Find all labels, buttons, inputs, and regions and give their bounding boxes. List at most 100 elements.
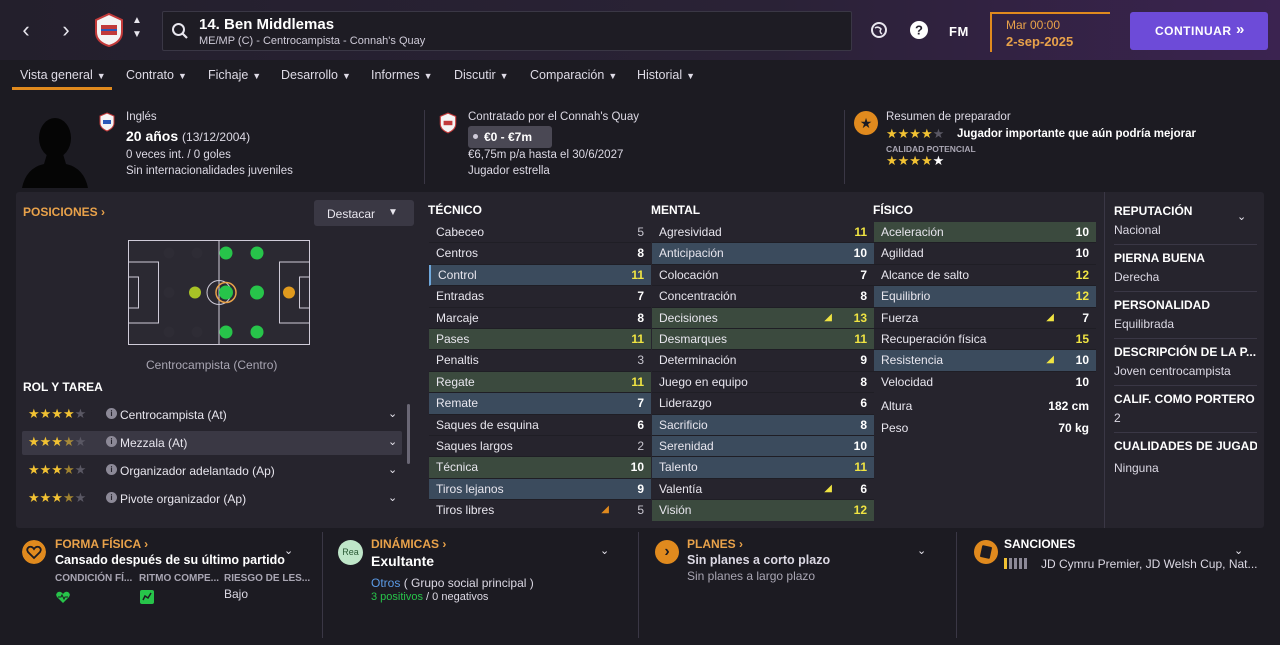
attribute-row[interactable]: Pases 11 [429, 328, 651, 351]
attribute-row[interactable]: Recuperación física 15 [874, 329, 1096, 351]
attribute-row[interactable]: Penaltis 3 [429, 350, 651, 372]
attribute-row[interactable]: Concentración 8 [652, 286, 874, 308]
attribute-row[interactable]: Juego en equipo 8 [652, 372, 874, 394]
sanctions-panel[interactable]: SANCIONES JD Cymru Premier, JD Welsh Cup… [974, 532, 1264, 638]
roles-scrollbar[interactable] [407, 404, 410, 464]
positions-title[interactable]: POSICIONES › [23, 205, 105, 219]
reputation-value: Nacional [1114, 223, 1161, 237]
tab-overview[interactable]: Vista general ▼ [20, 68, 106, 82]
attribute-row[interactable]: Equilibrio 12 [874, 286, 1096, 308]
tab-development[interactable]: Desarrollo ▼ [281, 68, 351, 82]
attribute-row[interactable]: Visión 12 [652, 500, 874, 522]
role-row[interactable]: ★★★★★ i Centrocampista (At) ⌄ [22, 403, 402, 427]
game-date[interactable]: Mar 00:00 2-sep-2025 [990, 12, 1110, 52]
chevron-down-icon[interactable]: ⌄ [388, 463, 397, 476]
chevron-down-icon[interactable]: ⌄ [1234, 544, 1243, 557]
attribute-row[interactable]: Determinación 9 [652, 350, 874, 372]
attribute-row[interactable]: Resistencia ◢ 10 [874, 350, 1096, 372]
back-icon[interactable]: ‹ [14, 18, 38, 42]
attribute-row[interactable]: Colocación 7 [652, 265, 874, 287]
attribute-name: Agilidad [881, 246, 924, 261]
world-icon[interactable] [869, 20, 889, 40]
attribute-name: Concentración [659, 289, 737, 304]
attribute-row[interactable]: Liderazgo 6 [652, 393, 874, 415]
attribute-row[interactable]: Entradas 7 [429, 286, 651, 308]
fitness-panel[interactable]: FORMA FÍSICA › Cansado después de su últ… [22, 532, 312, 638]
attribute-row[interactable]: Cabeceo 5 [429, 222, 651, 244]
role-row[interactable]: ★★★★★ i Mezzala (At) ⌄ [22, 431, 402, 455]
attribute-row[interactable]: Anticipación 10 [652, 243, 874, 265]
chevron-down-icon[interactable]: ⌄ [388, 407, 397, 420]
attribute-row[interactable]: Alcance de salto 12 [874, 265, 1096, 287]
attribute-row[interactable]: Fuerza ◢ 7 [874, 308, 1096, 329]
attribute-row[interactable]: Centros 8 [429, 243, 651, 265]
nationality: Inglés [126, 111, 157, 123]
info-icon[interactable]: i [106, 464, 117, 475]
attribute-row[interactable]: Remate 7 [429, 393, 651, 415]
chevron-down-icon[interactable]: ⌄ [1237, 210, 1246, 223]
attribute-row[interactable]: Agresividad 11 [652, 222, 874, 244]
player-switch-icon[interactable]: ▲ ▼ [130, 14, 144, 42]
chevron-down-icon[interactable]: ⌄ [600, 544, 609, 557]
attribute-row[interactable]: Decisiones ◢ 13 [652, 307, 874, 329]
attribute-row[interactable]: Sacrificio 8 [652, 414, 874, 436]
transfer-value[interactable]: €0 - €7m [468, 126, 552, 148]
forward-icon[interactable]: › [54, 18, 78, 42]
chevron-down-icon[interactable]: ⌄ [388, 435, 397, 448]
attribute-row[interactable]: Serenidad 10 [652, 435, 874, 458]
condition-heart-icon [56, 591, 70, 603]
tab-label: Fichaje [208, 68, 249, 82]
plans-title[interactable]: PLANES › [687, 537, 743, 551]
plans-panel[interactable]: › PLANES › Sin planes a corto plazo Sin … [655, 532, 945, 638]
youth-caps: Sin internacionalidades juveniles [126, 165, 293, 177]
info-icon[interactable]: i [106, 492, 117, 503]
divider [638, 532, 639, 638]
bar [1019, 558, 1022, 569]
help-icon[interactable]: ? [909, 20, 929, 40]
squad-status: Jugador estrella [468, 165, 550, 177]
highlight-dropdown[interactable]: Destacar ▼ [314, 200, 414, 226]
search-icon[interactable] [171, 22, 189, 40]
attribute-row[interactable]: Técnica 10 [429, 457, 651, 479]
continue-button[interactable]: CONTINUAR » [1130, 12, 1268, 50]
attribute-row[interactable]: Saques de esquina 6 [429, 415, 651, 436]
chevron-down-icon: ▼ [499, 71, 509, 81]
chevron-down-icon[interactable]: ⌄ [917, 544, 926, 557]
reputation-item[interactable]: REPUTACIÓN Nacional [1114, 204, 1257, 237]
tab-comparison[interactable]: Comparación ▼ [530, 68, 617, 82]
attribute-name: Alcance de salto [881, 267, 970, 282]
dynamics-title[interactable]: DINÁMICAS › [371, 537, 446, 551]
attribute-row[interactable]: Aceleración 10 [874, 222, 1096, 244]
attribute-row[interactable]: Tiros lejanos 9 [429, 478, 651, 501]
tab-transfer[interactable]: Fichaje ▼ [208, 68, 261, 82]
chevron-down-icon[interactable]: ⌄ [284, 544, 293, 557]
dynamics-panel[interactable]: Rea DINÁMICAS › Exultante ⌄ Otros ( Grup… [338, 532, 628, 638]
role-row[interactable]: ★★★★★ i Organizador adelantado (Ap) ⌄ [22, 459, 402, 483]
chevron-down-icon[interactable]: ⌄ [388, 491, 397, 504]
attribute-row[interactable]: Velocidad 10 [874, 372, 1096, 393]
social-group-link[interactable]: Otros [371, 576, 400, 590]
tab-contract[interactable]: Contrato ▼ [126, 68, 187, 82]
club-badge-icon[interactable] [92, 12, 126, 48]
fitness-title[interactable]: FORMA FÍSICA › [55, 537, 148, 551]
role-row[interactable]: ★★★★★ i Pivote organizador (Ap) ⌄ [22, 487, 402, 511]
info-icon[interactable]: i [106, 408, 117, 419]
attribute-row[interactable]: Regate 11 [429, 371, 651, 394]
player-search-box[interactable]: 14. Ben Middlemas ME/MP (C) - Centrocamp… [162, 11, 852, 51]
attribute-row[interactable]: Saques largos 2 [429, 436, 651, 458]
tab-discuss[interactable]: Discutir ▼ [454, 68, 509, 82]
technical-title: TÉCNICO [428, 203, 482, 217]
tab-reports[interactable]: Informes ▼ [371, 68, 433, 82]
fm-menu-icon[interactable]: FM [949, 24, 969, 39]
attribute-row[interactable]: Valentía ◢ 6 [652, 479, 874, 501]
attribute-value: 7 [637, 289, 644, 304]
attribute-row[interactable]: Agilidad 10 [874, 243, 1096, 265]
info-icon[interactable]: i [106, 436, 117, 447]
attribute-name: Anticipación [659, 246, 724, 261]
attribute-row[interactable]: Desmarques 11 [652, 328, 874, 351]
attribute-row[interactable]: Control 11 [429, 264, 651, 287]
attribute-row[interactable]: Tiros libres ◢ 5 [429, 500, 651, 521]
attribute-row[interactable]: Marcaje 8 [429, 308, 651, 329]
tab-history[interactable]: Historial ▼ [637, 68, 695, 82]
attribute-row[interactable]: Talento 11 [652, 457, 874, 479]
